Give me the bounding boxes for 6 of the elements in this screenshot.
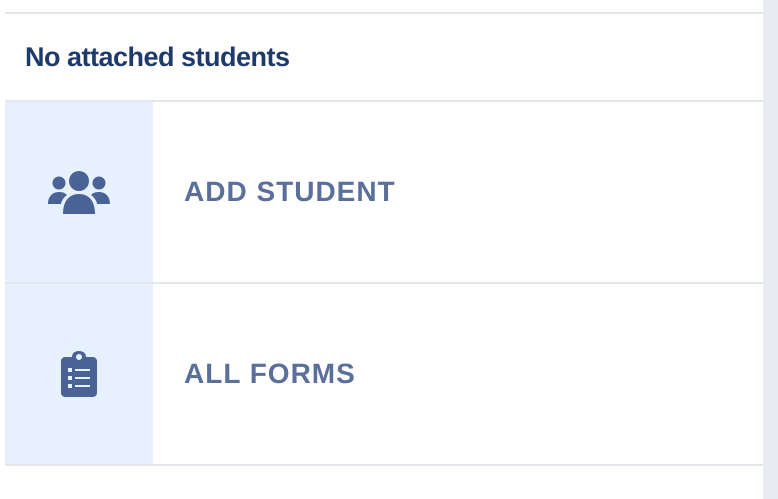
section-title: No attached students bbox=[25, 40, 290, 74]
clipboard-list-icon bbox=[61, 351, 97, 397]
users-icon bbox=[48, 170, 110, 214]
scrollbar[interactable] bbox=[763, 0, 778, 499]
action-button[interactable]: ADD STUDENT bbox=[5, 102, 763, 284]
action-button[interactable]: ALL FORMS bbox=[5, 284, 763, 466]
